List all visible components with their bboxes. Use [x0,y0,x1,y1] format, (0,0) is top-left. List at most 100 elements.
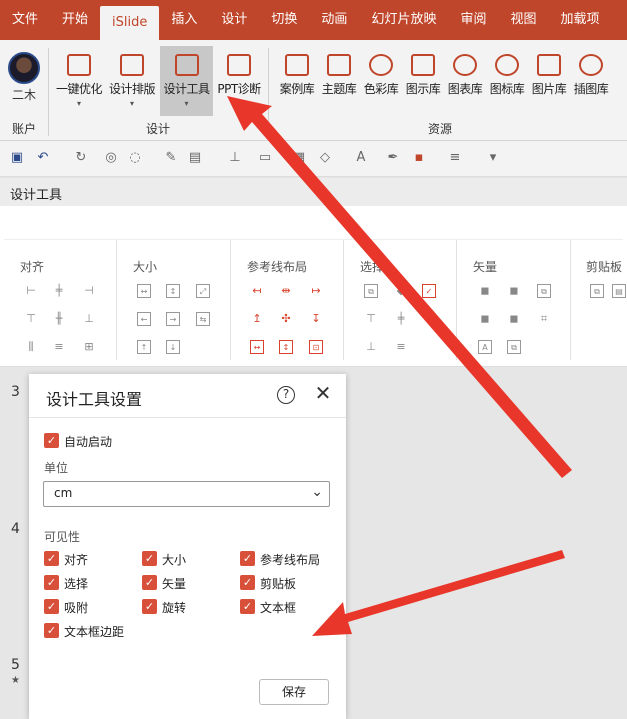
auto-start-checkbox[interactable]: ✓ [44,433,59,448]
slide-number[interactable]: 5 [11,657,20,673]
guide-fill-width-icon[interactable]: ↔ [250,340,264,354]
tab-slideshow[interactable]: 幻灯片放映 [359,0,448,40]
textbox-icon[interactable]: ▭ [256,150,274,166]
vector-intersect-icon[interactable]: ◼ [478,312,492,326]
account-avatar[interactable] [8,52,40,84]
tab-home[interactable]: 开始 [50,0,100,40]
same-width-icon[interactable]: ↔ [137,284,151,298]
same-size-icon[interactable]: ⤢ [196,284,210,298]
image-icon [537,54,561,76]
group-icon[interactable]: ⊞ [82,340,96,354]
select-middle-icon[interactable]: ╪ [394,312,408,326]
table-icon[interactable]: ▦ [290,150,308,166]
align-icon[interactable]: ⊥ [226,150,244,166]
tab-addins[interactable]: 加载项 [548,0,611,40]
select-bottom-icon[interactable]: ⊥ [364,340,378,354]
align-middle-icon[interactable]: ╫ [52,312,66,326]
undo-icon[interactable]: ↶ [34,150,52,166]
fill-color-icon[interactable]: ▪ [410,150,428,166]
close-icon[interactable]: ✕ [312,382,334,404]
vector-union-icon[interactable]: ◼ [478,284,492,298]
clipboard-paste-icon[interactable]: ▤ [612,284,626,298]
tab-review[interactable]: 审阅 [448,0,498,40]
vector-edit-points-icon[interactable]: ⌗ [537,312,551,326]
textbox-visible-checkbox[interactable]: ✓ [240,599,255,614]
design-layout-button[interactable]: 设计排版 ▾ [107,46,157,116]
account-name[interactable]: 二木 [12,86,36,103]
guide-center-h-icon[interactable]: ⇹ [279,284,293,298]
arrange-icon[interactable]: ▤ [186,150,204,166]
vector-combine-icon[interactable]: ◼ [507,284,521,298]
guide-layout-visible-checkbox[interactable]: ✓ [240,551,255,566]
slide-number[interactable]: 4 [11,521,20,537]
stretch-top-icon[interactable]: ↑ [137,340,151,354]
align-right-icon[interactable]: ⊣ [82,284,96,298]
rotate-visible-label: 旋转 [162,601,187,615]
one-click-optimize-button[interactable]: 一键优化 ▾ [54,46,104,116]
tab-view[interactable]: 视图 [498,0,548,40]
select-same-icon[interactable]: ⧉ [364,284,378,298]
vector-fragment-icon[interactable]: ⧉ [537,284,551,298]
tab-islide[interactable]: iSlide [100,6,160,40]
clipboard-visible-checkbox[interactable]: ✓ [240,575,255,590]
stretch-bottom-icon[interactable]: ↓ [166,340,180,354]
chevron-down-icon: ▾ [129,99,134,108]
rotate-visible-checkbox[interactable]: ✓ [142,599,157,614]
select-top-icon[interactable]: ⊤ [364,312,378,326]
format-painter-icon[interactable]: ✎ [162,150,180,166]
stretch-horizontal-icon[interactable]: ⇆ [196,312,210,326]
save-icon[interactable]: ▣ [8,150,26,166]
unit-select[interactable]: cm ⌄ [43,481,330,507]
font-size-icon[interactable]: A [352,150,370,166]
textbox-margin-visible-checkbox[interactable]: ✓ [44,623,59,638]
select-type-icon[interactable]: ◆ [394,284,408,298]
align-bottom-icon[interactable]: ⊥ [82,312,96,326]
shapes-icon[interactable]: ◇ [316,150,334,166]
design-tools-pane-title: 设计工具 [0,178,627,206]
guide-top-icon[interactable]: ↥ [250,312,264,326]
guide-fill-height-icon[interactable]: ↕ [279,340,293,354]
screenshot-icon[interactable]: ◎ [102,150,120,166]
tab-file[interactable]: 文件 [0,0,50,40]
select-visible-checkbox[interactable]: ✓ [44,575,59,590]
distribute-vertical-icon[interactable]: ≡ [52,340,66,354]
stretch-right-icon[interactable]: → [166,312,180,326]
vector-visible-checkbox[interactable]: ✓ [142,575,157,590]
tab-animations[interactable]: 动画 [309,0,359,40]
group-separator [268,48,269,136]
tab-insert[interactable]: 插入 [159,0,209,40]
select-stack-icon[interactable]: ≡ [394,340,408,354]
align-left-icon[interactable]: ⊢ [24,284,38,298]
guide-bottom-icon[interactable]: ↧ [309,312,323,326]
guide-left-icon[interactable]: ↤ [250,284,264,298]
eyedropper-icon[interactable]: ✒ [384,150,402,166]
align-center-icon[interactable]: ╪ [52,284,66,298]
vector-outline-icon[interactable]: ⧉ [507,340,521,354]
slide-number[interactable]: 3 [11,384,20,400]
guide-fill-area-icon[interactable]: ⊡ [309,340,323,354]
redo-icon[interactable]: ↻ [72,150,90,166]
align-visible-checkbox[interactable]: ✓ [44,551,59,566]
save-button[interactable]: 保存 [259,679,329,705]
customize-toolbar-icon[interactable]: ▾ [484,150,502,166]
guide-right-icon[interactable]: ↦ [309,284,323,298]
size-visible-checkbox[interactable]: ✓ [142,551,157,566]
snap-visible-checkbox[interactable]: ✓ [44,599,59,614]
ppt-diagnosis-button[interactable]: PPT诊断 [214,46,264,116]
illustration-library-button[interactable]: 插图库 [566,46,616,116]
design-tools-button[interactable]: 设计工具 ▾ [160,46,213,116]
align-top-icon[interactable]: ⊤ [24,312,38,326]
select-filter-icon[interactable]: ✓ [422,284,436,298]
help-icon[interactable]: ? [277,386,295,404]
tab-design[interactable]: 设计 [209,0,259,40]
stretch-left-icon[interactable]: ← [137,312,151,326]
same-height-icon[interactable]: ↕ [166,284,180,298]
distribute-horizontal-icon[interactable]: ⫼ [24,340,38,354]
tab-transitions[interactable]: 切换 [259,0,309,40]
shape-merge-icon[interactable]: ◌ [126,150,144,166]
guide-center-v-icon[interactable]: ✣ [279,312,293,326]
distribute-icon[interactable]: ≡ [446,150,464,166]
vector-text-icon[interactable]: A [478,340,492,354]
vector-subtract-icon[interactable]: ◼ [507,312,521,326]
clipboard-copy-icon[interactable]: ⧉ [590,284,604,298]
